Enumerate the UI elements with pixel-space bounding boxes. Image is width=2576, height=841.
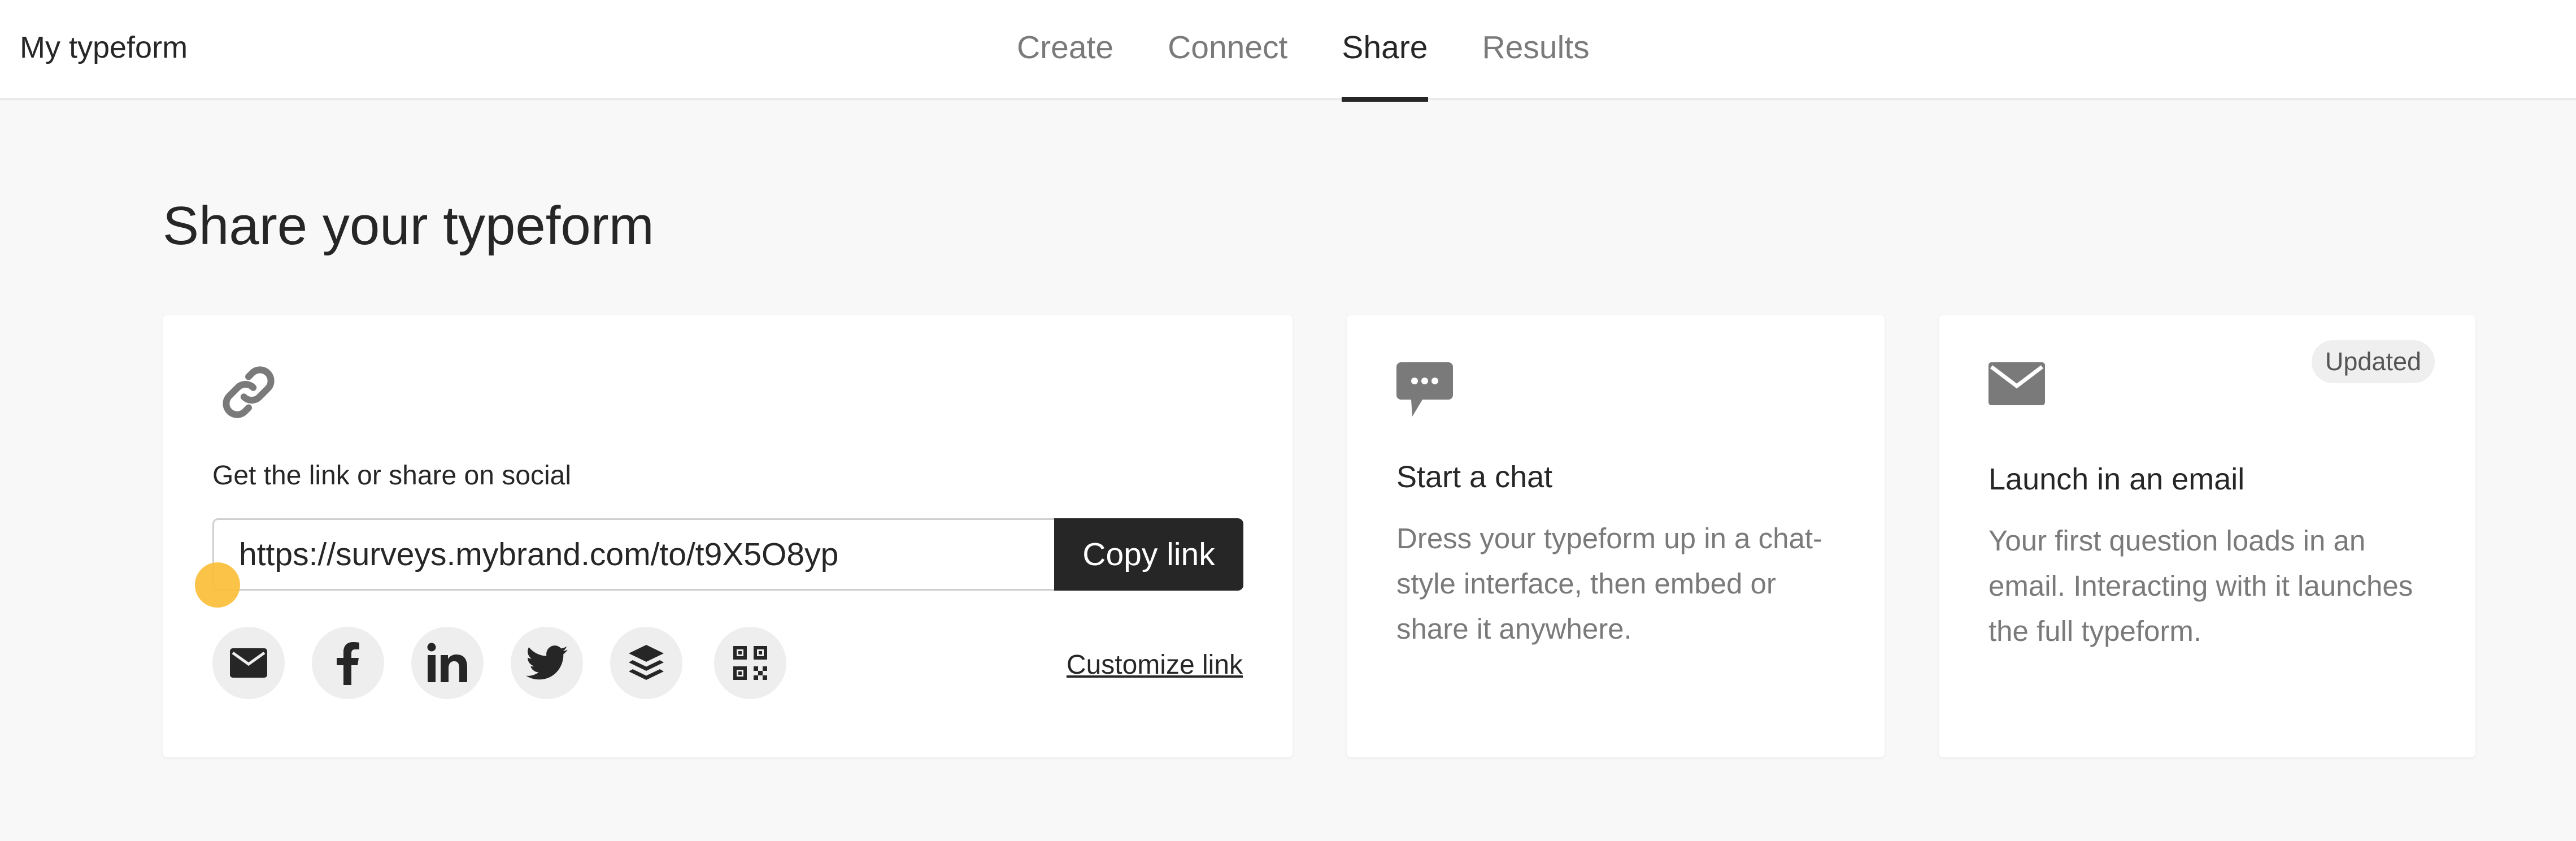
email-share-button[interactable] <box>212 627 285 699</box>
updated-badge: Updated <box>2311 340 2435 383</box>
launch-email-card[interactable]: Updated Launch in an email Your first qu… <box>1939 315 2475 757</box>
copy-link-button[interactable]: Copy link <box>1054 518 1243 591</box>
start-chat-card[interactable]: Start a chat Dress your typeform up in a… <box>1347 315 1885 757</box>
tab-connect[interactable]: Connect <box>1168 0 1287 100</box>
share-link-card: Get the link or share on social Copy lin… <box>163 315 1293 757</box>
share-url-row: Copy link <box>212 518 1243 591</box>
start-chat-title: Start a chat <box>1396 460 1553 494</box>
link-icon <box>217 361 280 423</box>
facebook-share-button[interactable] <box>312 627 384 699</box>
linkedin-icon <box>427 643 468 683</box>
buffer-share-button[interactable] <box>610 627 682 699</box>
share-heading: Get the link or share on social <box>212 461 571 491</box>
facebook-icon <box>337 641 359 685</box>
main-nav: Create Connect Share Results <box>1017 0 1590 102</box>
qr-code-icon <box>733 646 767 680</box>
tab-share[interactable]: Share <box>1342 0 1428 102</box>
launch-email-description: Your first question loads in an email. I… <box>1988 524 2413 647</box>
twitter-share-button[interactable] <box>511 627 583 699</box>
start-chat-description: Dress your typeform up in a chat-style i… <box>1396 522 1822 645</box>
email-icon <box>230 648 267 678</box>
chat-bubble-icon <box>1396 362 1453 419</box>
social-share-row <box>212 627 786 699</box>
share-url-input[interactable] <box>212 518 1054 591</box>
qr-code-button[interactable] <box>714 627 786 699</box>
tab-results[interactable]: Results <box>1482 0 1590 100</box>
twitter-icon <box>526 645 568 680</box>
launch-email-title: Launch in an email <box>1988 462 2245 496</box>
app-title[interactable]: My typeform <box>20 28 188 67</box>
cursor-indicator <box>195 562 240 608</box>
top-bar: My typeform Create Connect Share Results <box>0 0 2576 102</box>
tab-create[interactable]: Create <box>1017 0 1113 100</box>
envelope-icon <box>1988 362 2045 408</box>
linkedin-share-button[interactable] <box>411 627 484 699</box>
customize-link[interactable]: Customize link <box>1067 648 1243 682</box>
page-title: Share your typeform <box>163 196 654 256</box>
buffer-icon <box>628 644 665 682</box>
